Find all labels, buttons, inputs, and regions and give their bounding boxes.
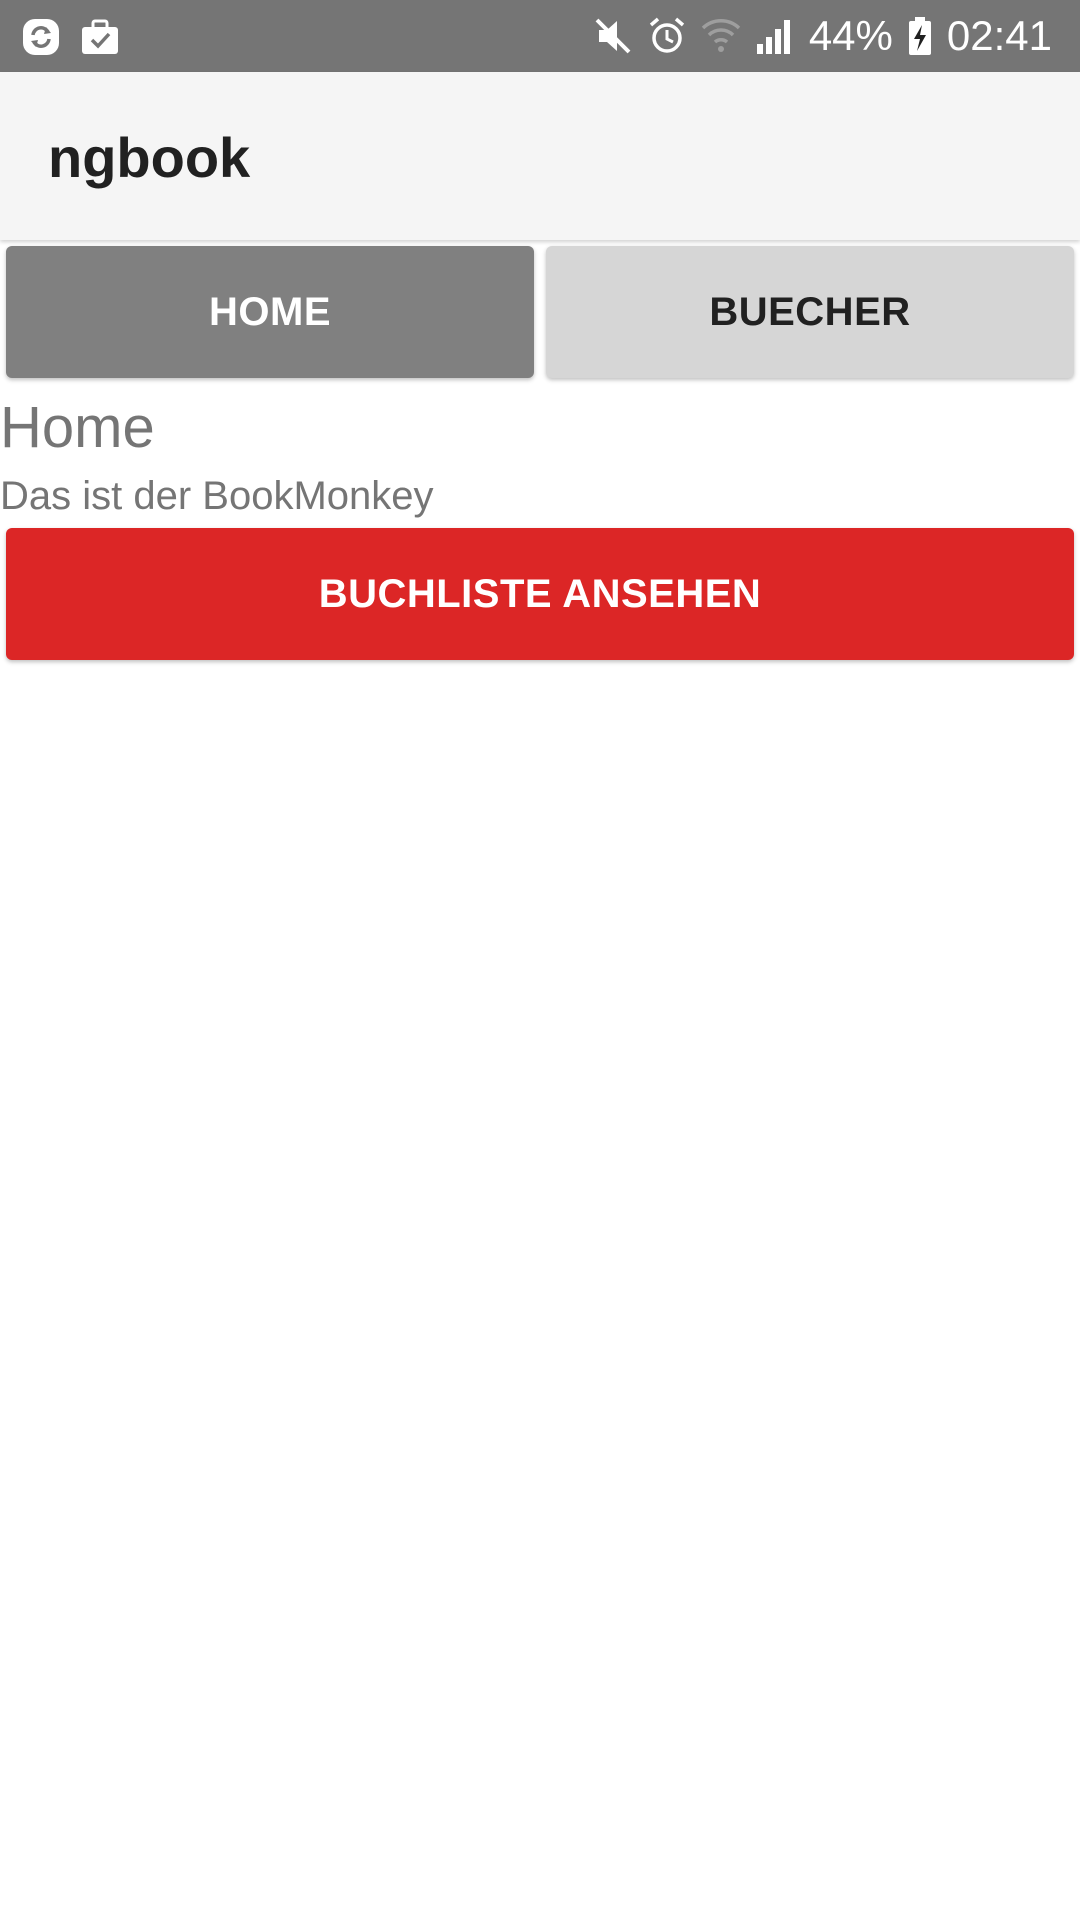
app-bar: ngbook <box>0 72 1080 240</box>
wifi-icon <box>701 16 741 56</box>
clock: 02:41 <box>946 12 1052 59</box>
view-booklist-button[interactable]: BUCHLISTE ANSEHEN <box>6 528 1074 660</box>
tab-buecher[interactable]: BUECHER <box>546 246 1074 378</box>
status-bar: 44% 02:41 <box>0 0 1080 72</box>
briefcase-check-icon <box>80 18 120 56</box>
signal-icon <box>755 16 795 56</box>
battery-charging-icon <box>907 16 933 56</box>
alarm-icon <box>647 16 687 56</box>
sync-icon <box>22 18 60 56</box>
battery-percent: 44% <box>808 12 893 59</box>
page-subtitle: Das ist der BookMonkey <box>0 474 434 518</box>
status-left-icons <box>22 18 120 56</box>
status-right-icons: 44% 02:41 <box>593 12 1052 60</box>
app-title: ngbook <box>48 126 251 189</box>
page-title: Home <box>0 395 155 460</box>
mute-icon <box>593 16 633 56</box>
tab-home[interactable]: HOME <box>6 246 534 378</box>
